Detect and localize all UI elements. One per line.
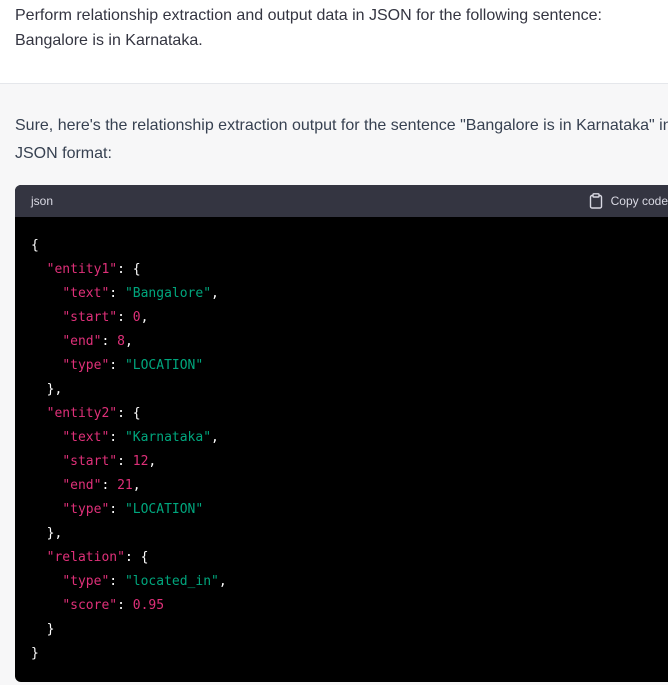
json-key: "entity1"	[46, 262, 118, 277]
json-punctuation: ,	[124, 334, 133, 349]
json-punctuation	[31, 598, 62, 613]
json-key: "score"	[62, 598, 118, 613]
json-number: 8	[117, 334, 125, 349]
code-content: { "entity1": { "text": "Bangalore", "sta…	[15, 217, 668, 666]
json-string: "Karnataka"	[124, 430, 212, 445]
json-string: "LOCATION"	[124, 502, 204, 517]
code-line: "type": "LOCATION"	[31, 502, 203, 517]
json-punctuation: :	[101, 334, 118, 349]
json-punctuation	[31, 550, 47, 565]
code-line: "end": 8,	[31, 334, 133, 349]
code-block: json Copy code { "entity1": { "text": "B…	[15, 185, 668, 682]
json-punctuation: :	[109, 574, 125, 589]
json-punctuation	[31, 358, 62, 373]
json-punctuation: :	[109, 358, 125, 373]
json-key: "end"	[62, 478, 102, 493]
json-key: "text"	[62, 286, 110, 301]
json-punctuation: :	[117, 598, 133, 613]
json-number: 0	[132, 310, 141, 325]
json-key: "end"	[62, 334, 102, 349]
json-string: "Bangalore"	[124, 286, 212, 301]
assistant-message: Sure, here's the relationship extraction…	[0, 84, 668, 685]
json-key: "type"	[62, 502, 110, 517]
json-punctuation: },	[31, 526, 63, 541]
code-line: }	[31, 622, 55, 637]
json-punctuation: ,	[211, 430, 219, 445]
json-punctuation	[31, 406, 47, 421]
json-punctuation	[31, 430, 62, 445]
json-punctuation: :	[109, 286, 125, 301]
json-key: "entity2"	[46, 406, 118, 421]
code-line: "text": "Karnataka",	[31, 430, 219, 445]
json-number: 0.95	[132, 598, 165, 613]
json-punctuation	[31, 262, 47, 277]
json-punctuation	[31, 478, 62, 493]
code-line: "text": "Bangalore",	[31, 286, 219, 301]
json-punctuation: }	[31, 622, 55, 637]
code-line: "entity2": {	[31, 406, 141, 421]
code-block-header: json Copy code	[15, 185, 668, 217]
json-punctuation	[31, 574, 62, 589]
json-number: 12	[132, 454, 149, 469]
code-language-label: json	[31, 194, 54, 208]
json-punctuation: },	[31, 382, 63, 397]
json-punctuation: : {	[124, 550, 149, 565]
json-punctuation: }	[31, 646, 39, 661]
user-message: Perform relationship extraction and outp…	[0, 0, 668, 84]
json-key: "start"	[62, 310, 118, 325]
json-punctuation	[31, 286, 62, 301]
code-line: "start": 12,	[31, 454, 156, 469]
json-punctuation: :	[117, 310, 133, 325]
json-punctuation: ,	[211, 286, 219, 301]
json-punctuation: :	[109, 502, 125, 517]
json-key: "relation"	[46, 550, 125, 565]
user-message-text: Perform relationship extraction and outp…	[15, 7, 602, 49]
code-line: }	[31, 646, 39, 661]
code-line: },	[31, 382, 63, 397]
json-punctuation	[31, 454, 62, 469]
code-line: "entity1": {	[31, 262, 141, 277]
copy-code-button[interactable]: Copy code	[589, 193, 668, 209]
json-string: "located_in"	[124, 574, 219, 589]
assistant-intro-text: Sure, here's the relationship extraction…	[15, 117, 668, 162]
copy-code-label: Copy code	[610, 194, 668, 208]
code-line: "end": 21,	[31, 478, 141, 493]
json-punctuation: :	[109, 430, 125, 445]
code-line: },	[31, 526, 63, 541]
json-punctuation	[31, 334, 62, 349]
code-line: "type": "located_in",	[31, 574, 227, 589]
json-punctuation: {	[31, 238, 39, 253]
json-punctuation: ,	[218, 574, 227, 589]
code-line: "start": 0,	[31, 310, 148, 325]
json-punctuation	[31, 310, 62, 325]
json-punctuation: ,	[148, 454, 157, 469]
code-line: {	[31, 238, 39, 253]
json-punctuation: :	[117, 454, 133, 469]
code-line: "relation": {	[31, 550, 149, 565]
clipboard-icon	[589, 193, 603, 209]
json-string: "LOCATION"	[124, 358, 204, 373]
json-key: "start"	[62, 454, 118, 469]
json-punctuation: :	[101, 478, 118, 493]
json-key: "type"	[62, 358, 110, 373]
json-punctuation: : {	[117, 406, 141, 421]
json-key: "text"	[62, 430, 110, 445]
json-punctuation: ,	[132, 478, 141, 493]
code-line: "type": "LOCATION"	[31, 358, 203, 373]
json-punctuation	[31, 502, 62, 517]
json-punctuation: : {	[117, 262, 141, 277]
json-key: "type"	[62, 574, 110, 589]
json-number: 21	[117, 478, 133, 493]
json-punctuation: ,	[140, 310, 149, 325]
code-line: "score": 0.95	[31, 598, 164, 613]
